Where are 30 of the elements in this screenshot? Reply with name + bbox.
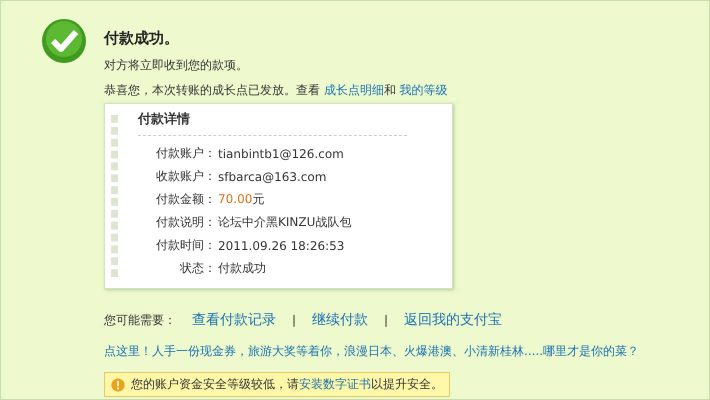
field-value: tianbintb1@126.com [218, 146, 344, 160]
field-label: 付款时间： [155, 237, 216, 254]
separator: | [384, 313, 388, 327]
field-value: 70.00元 [218, 191, 264, 208]
field-value: 2011.09.26 18:26:53 [218, 238, 344, 252]
separator: | [292, 313, 296, 327]
subtitle: 对方将立即收到您的款项。 [104, 57, 249, 73]
field-label: 收款账户： [155, 168, 216, 185]
field-label: 状态： [179, 260, 216, 277]
warning-text: 您的账户资金安全等级较低，请安装数字证书以提升安全。 [131, 376, 443, 393]
link[interactable]: 继续付款 [312, 311, 368, 329]
field-value: sfbarca@163.com [218, 170, 326, 184]
next-label: 您可能需要： [104, 312, 176, 328]
promo-link[interactable]: 点这里！人手一份现金券，旅游大奖等着你，浪漫日本、火爆港澳、小清新桂林.....哪里才是你的菜？ [104, 343, 640, 360]
link[interactable]: 安装数字证书 [299, 377, 371, 391]
link[interactable]: 成长点明细 [324, 83, 384, 97]
notice-text: 和 [384, 83, 397, 97]
field-label: 付款金额： [155, 191, 216, 208]
field-value: 付款成功 [218, 260, 266, 277]
link[interactable]: 返回我的支付宝 [404, 311, 502, 329]
link[interactable]: 查看付款记录 [192, 311, 276, 329]
warning-icon [111, 378, 125, 392]
field-label: 付款说明： [155, 214, 216, 231]
link[interactable]: 我的等级 [400, 83, 448, 97]
notice-text: 恭喜您，本次转账的成长点已发放。查看 [104, 83, 321, 97]
field-label: 付款账户： [155, 145, 216, 162]
success-title: 付款成功。 [104, 29, 180, 49]
check-icon [41, 18, 87, 64]
field-value: 论坛中介黑KINZU战队包 [218, 214, 352, 231]
details-title: 付款详情 [138, 110, 407, 136]
